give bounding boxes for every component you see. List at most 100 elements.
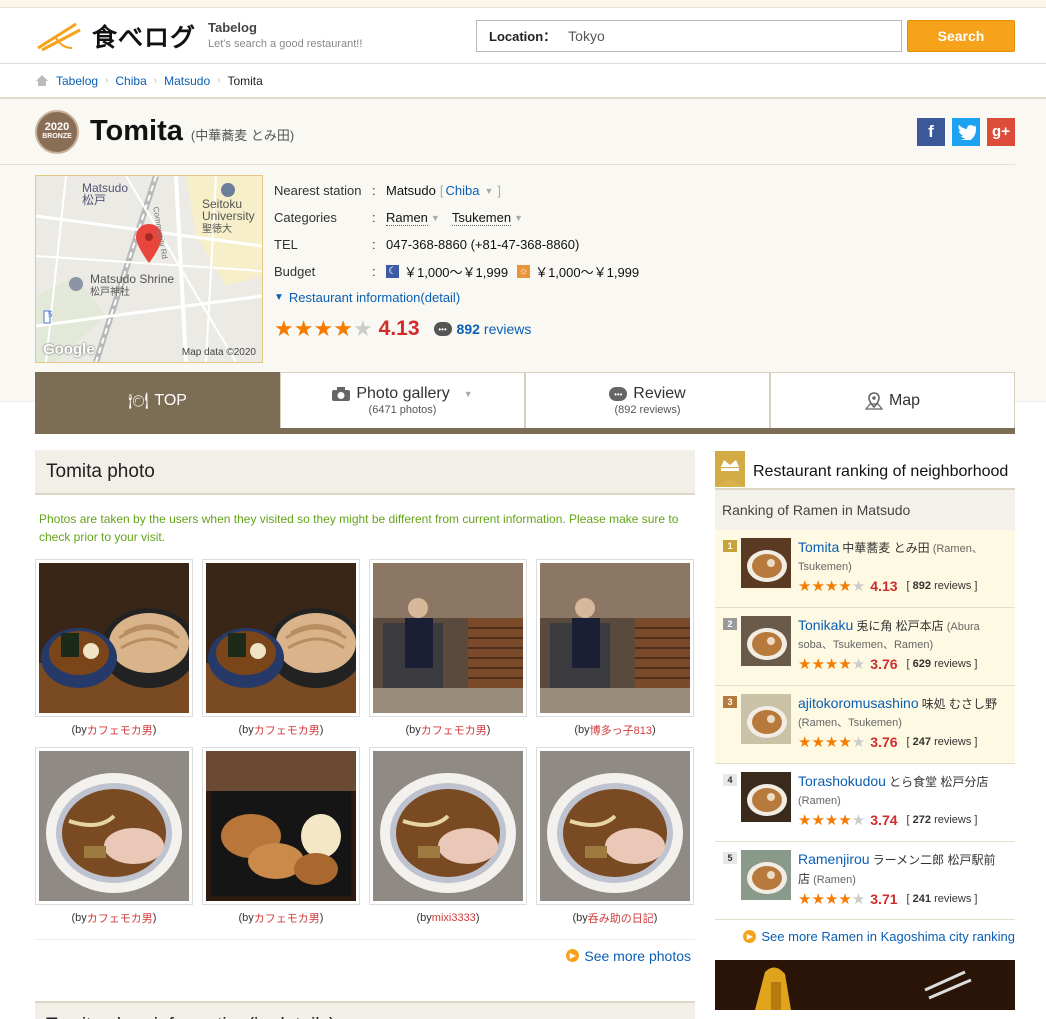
photo-item: (by カフェモカ男) [35,747,193,935]
promo-banner[interactable] [715,960,1015,1010]
category-ramen[interactable]: Ramen [386,210,428,226]
star-icon: ★ [798,733,812,751]
expand-icon: ▼ [274,292,284,303]
photo-author-link[interactable]: カフェモカ男 [254,910,320,926]
caret-down-icon[interactable]: ▼ [514,213,523,223]
photo-author-link[interactable]: カフェモカ男 [87,722,153,738]
star-icon: ★ [824,733,839,751]
ranking-item[interactable]: 4 Torashokudou とら食堂 松戸分店 (Ramen) ★ ★ ★ ★ ★ 3.74… [715,764,1015,842]
photo-thumbnail[interactable] [536,559,694,717]
facebook-icon[interactable]: f [917,117,945,146]
twitter-icon[interactable] [952,117,980,146]
tab-map[interactable]: Map [770,372,1015,428]
photo-credit: (by カフェモカ男) [71,910,157,926]
google-plus-icon[interactable]: g+ [987,117,1015,146]
ranking-subtitle: Ranking of Ramen in Matsudo [715,490,1015,530]
restaurant-detail-link[interactable]: ▼ Restaurant information(detail) [274,290,639,305]
ranking-restaurant-link[interactable]: Tomita [798,539,839,555]
ranking-thumbnail[interactable] [741,538,791,588]
restaurant-detail-label: Restaurant information(detail) [288,290,461,305]
photo-thumbnail[interactable] [202,559,360,717]
award-level: BRONZE [42,132,72,140]
ranking-item[interactable]: 3 ajitokoromusashino 味処 むさし野 (Ramen、Tsuke… [715,686,1015,764]
tab-photo-gallery[interactable]: Photo gallery ▼ (6471 photos) [280,372,525,428]
tab-photo-label: Photo gallery [356,385,450,402]
photo-image [206,563,356,713]
logo-title: Tabelog [208,19,257,35]
ranking-header: Restaurant ranking of neighborhood [715,450,1015,490]
ranking-categories: (Ramen) [813,874,856,886]
photo-author-link[interactable]: カフェモカ男 [421,722,487,738]
star-icon: ★ [811,890,825,908]
tab-map-label: Map [888,391,921,409]
search-bar: Location： Search [476,19,1015,52]
home-icon[interactable] [36,75,48,86]
tel-key: TEL [274,237,298,252]
award-badge[interactable]: 2020 BRONZE [35,109,79,154]
map-label-shrine: Matsudo Shrine 松戸神社 [90,272,175,298]
ranking-restaurant-link[interactable]: Ramenjirou [798,851,870,867]
photo-item: (by カフェモカ男) [369,559,527,747]
photo-thumbnail[interactable] [536,747,694,905]
ranking-item[interactable]: 1 Tomita 中華蕎麦 とみ田 (Ramen、Tsukemen) ★ ★ ★ ★ ★ 4.… [715,530,1015,608]
tab-top[interactable]: 🍽 TOP [35,372,280,428]
search-button[interactable]: Search [907,19,1015,52]
location-input[interactable] [568,27,889,44]
ranking-restaurant-link[interactable]: ajitokoromusashino [798,695,919,711]
photo-author-link[interactable]: カフェモカ男 [254,722,320,738]
photo-author-link[interactable]: カフェモカ男 [87,910,153,926]
ranking-restaurant-link[interactable]: Torashokudou [798,773,886,789]
photo-thumbnail[interactable] [369,559,527,717]
main-column: Tomita photo Photos are taken by the use… [35,450,695,1019]
photo-credit: (by カフェモカ男) [238,910,324,926]
photo-thumbnail[interactable] [35,559,193,717]
star-icon: ★ [333,316,353,341]
ranking-thumbnail[interactable] [741,616,791,666]
location-field[interactable]: Location： [476,19,902,52]
ranking-item[interactable]: 2 Tonikaku 兎に角 松戸本店 (Abura soba、Tsukemen、… [715,608,1015,686]
tab-photo-sub: (6471 photos) [368,404,437,416]
ranking-restaurant-link[interactable]: Tonikaku [798,617,853,633]
location-map[interactable]: Matsudo 松戸 Seitoku University 聖徳大 Matsudo … [35,175,263,363]
breadcrumb-tabelog[interactable]: Tabelog [56,74,98,88]
tab-review[interactable]: ••• Review (892 reviews) [525,372,770,428]
star-icon: ★ [824,655,839,673]
category-tsukemen[interactable]: Tsukemen [451,210,512,226]
photo-author-link[interactable]: 呑み助の日記 [588,910,654,926]
ranking-name-jp: とら食堂 松戸分店 [889,775,989,789]
ranking-reviews: [ 247 reviews ] [906,736,978,748]
photo-thumbnail[interactable] [202,747,360,905]
reviews-count: 892 [456,321,480,337]
station-value: Matsudo [386,183,436,198]
star-icon: ★ [838,577,852,595]
ranking-title: Restaurant ranking of neighborhood [753,463,1009,480]
caret-down-icon[interactable]: ▼ [464,389,473,399]
ranking-thumbnail[interactable] [741,850,791,900]
breadcrumb-chiba[interactable]: Chiba [115,74,146,88]
tab-review-label: Review [633,385,686,402]
caret-down-icon[interactable]: ▼ [484,186,493,196]
caret-down-icon[interactable]: ▼ [431,213,440,223]
see-more-photos-link[interactable]: ▶ See more photos [35,939,695,971]
ranking-item[interactable]: 5 Ramenjirou ラーメン二郎 松戸駅前店 (Ramen) ★ ★ ★ ★ ★ 3.7… [715,842,1015,920]
reviews-label: reviews [483,321,532,337]
map-label-university: Seitoku University 聖徳大 [202,197,255,235]
photo-author-link[interactable]: 博多っ子813 [590,722,652,738]
station-area-link[interactable]: Chiba [446,183,480,198]
breadcrumb-matsudo[interactable]: Matsudo [164,74,210,88]
ranking-thumbnail[interactable] [741,694,791,744]
comment-icon: ••• [609,387,628,401]
reviews-link[interactable]: ••• 892 reviews [433,321,532,337]
tel-value: 047-368-8860 (+81-47-368-8860) [386,237,580,252]
ranking-name-jp: 味処 むさし野 [921,697,998,711]
photo-thumbnail[interactable] [35,747,193,905]
logo[interactable]: 食べログ Tabelog Let's search a good restaur… [36,18,362,54]
see-more-ranking-link[interactable]: ▶ See more Ramen in Kagoshima city ranki… [715,920,1015,952]
tab-review-sub: (892 reviews) [614,404,681,416]
star-icon: ★ [811,577,825,595]
photo-thumbnail[interactable] [369,747,527,905]
arrow-circle-icon: ▶ [743,929,757,943]
photo-author-link[interactable]: mixi3333 [432,912,476,924]
map-label-route: 5 [48,310,53,319]
ranking-thumbnail[interactable] [741,772,791,822]
